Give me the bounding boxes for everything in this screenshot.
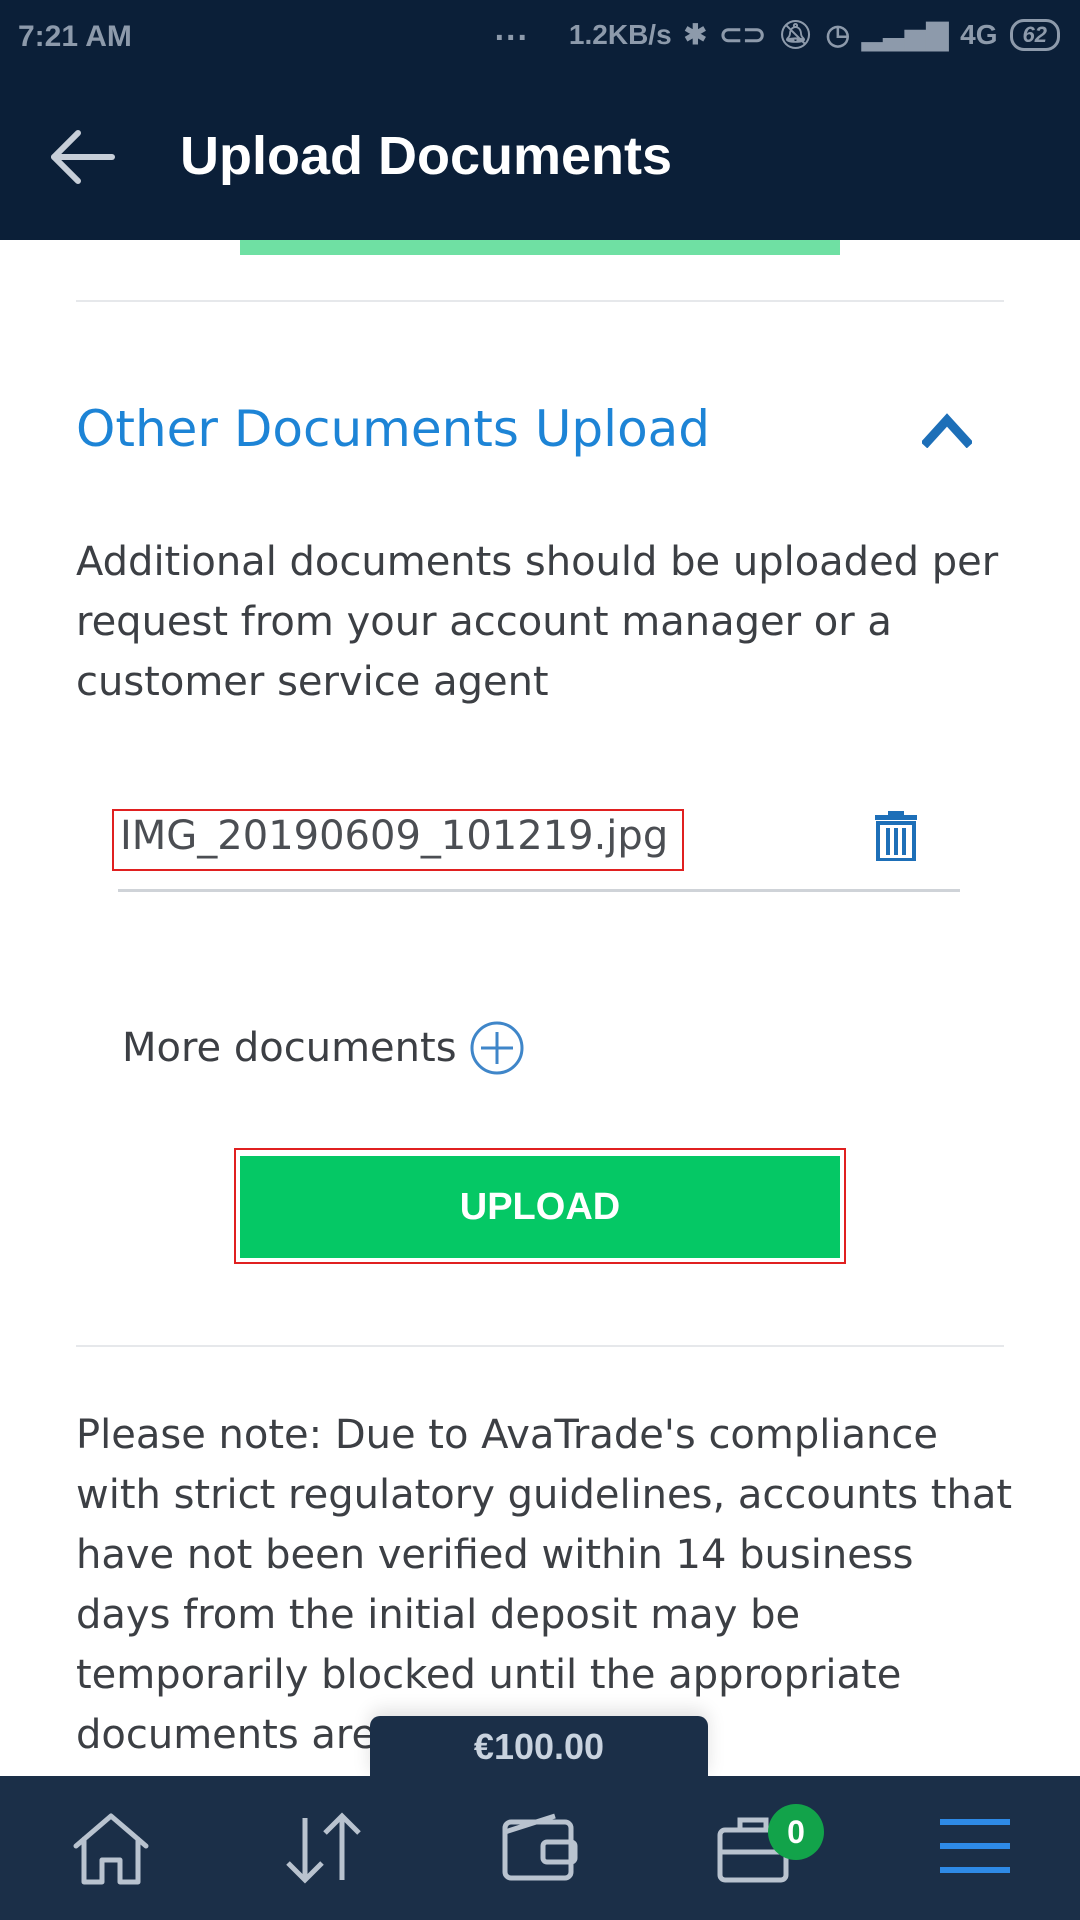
wallet-icon[interactable] xyxy=(495,1808,585,1888)
bluetooth-icon: ✱ xyxy=(683,19,708,50)
network-speed: 1.2KB/s xyxy=(568,18,672,50)
transfer-icon[interactable] xyxy=(280,1808,370,1888)
battery-indicator: 62 xyxy=(1009,18,1060,51)
mute-icon: 🔕︎ xyxy=(778,19,814,50)
previous-section-button-edge xyxy=(240,240,840,255)
status-icons: ... 1.2KB/s ✱ ⊂⊃ 🔕︎ ◷ ▂▃▅▇ 4G 62 xyxy=(495,10,1060,51)
divider xyxy=(76,300,1004,302)
home-icon[interactable] xyxy=(66,1808,156,1888)
more-documents-button[interactable]: More documents xyxy=(122,1020,525,1076)
section-description: Additional documents should be uploaded … xyxy=(76,539,999,705)
signal-icon: ▂▃▅▇ xyxy=(862,19,949,50)
upload-button[interactable]: UPLOAD xyxy=(240,1156,840,1258)
compliance-note: Please note: Due to AvaTrade's complianc… xyxy=(76,1412,1013,1758)
page-title: Upload Documents xyxy=(180,126,673,186)
menu-icon[interactable] xyxy=(930,1808,1020,1888)
add-circle-icon[interactable] xyxy=(469,1020,525,1076)
trash-icon[interactable] xyxy=(873,811,919,861)
section-title[interactable]: Other Documents Upload xyxy=(76,400,710,458)
briefcase-badge: 0 xyxy=(768,1804,824,1860)
divider xyxy=(76,1345,1004,1347)
uploaded-file-row: IMG_20190609_101219.jpg xyxy=(112,803,960,892)
upload-button-highlight: UPLOAD xyxy=(234,1148,846,1264)
network-type: 4G xyxy=(960,18,998,50)
file-name: IMG_20190609_101219.jpg xyxy=(112,809,685,871)
status-more: ... xyxy=(494,10,529,48)
status-bar: 7:21 AM ... 1.2KB/s ✱ ⊂⊃ 🔕︎ ◷ ▂▃▅▇ 4G 62 xyxy=(0,0,1080,75)
status-time: 7:21 AM xyxy=(18,20,132,53)
chevron-up-icon[interactable] xyxy=(922,410,972,448)
balance-tab[interactable]: €100.00 xyxy=(370,1716,708,1778)
bottom-nav: 0 xyxy=(0,1776,1080,1920)
more-documents-label: More documents xyxy=(122,1025,457,1071)
alarm-icon: ◷ xyxy=(825,19,851,50)
app-bar: Upload Documents xyxy=(0,75,1080,240)
toggle-icon: ⊂⊃ xyxy=(719,19,767,50)
back-arrow-icon[interactable] xyxy=(48,127,118,187)
